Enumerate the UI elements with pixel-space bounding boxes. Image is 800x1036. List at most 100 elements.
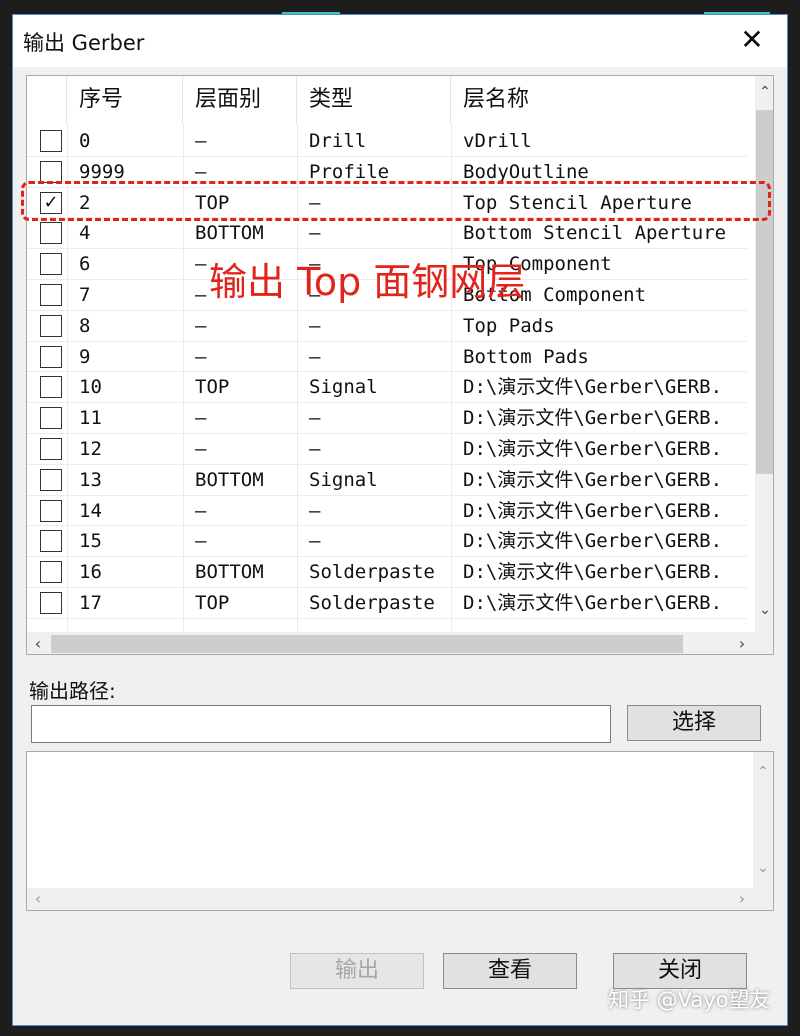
- scroll-corner: [753, 888, 773, 910]
- table-row[interactable]: ✓ 2 TOP — Top Stencil Aperture: [27, 188, 747, 219]
- row-checkbox[interactable]: [40, 407, 62, 430]
- cell-type: Solderpaste: [309, 561, 435, 584]
- cell-type: Signal: [309, 468, 378, 491]
- scroll-up-icon[interactable]: ⌃: [755, 80, 773, 104]
- row-checkbox[interactable]: [40, 253, 62, 276]
- cell-number: 10: [79, 376, 102, 399]
- cell-number: 13: [79, 468, 102, 491]
- cell-layer-name: D:\演示文件\Gerber\GERB.: [463, 407, 723, 430]
- cell-type: —: [309, 345, 321, 368]
- table-row[interactable]: 17 TOP Solderpaste D:\演示文件\Gerber\GERB.: [27, 588, 747, 619]
- scroll-right-icon[interactable]: ›: [731, 888, 753, 910]
- scroll-left-icon[interactable]: ‹: [27, 888, 49, 910]
- table-row[interactable]: 14 — — D:\演示文件\Gerber\GERB.: [27, 496, 747, 527]
- cell-number: 11: [79, 407, 102, 430]
- table-header: 序号 层面别 类型 层名称: [27, 76, 747, 124]
- watermark: 知乎 @Vayo望友: [608, 988, 771, 1012]
- cell-type: —: [309, 191, 321, 214]
- output-path-label: 输出路径:: [29, 679, 116, 703]
- row-checkbox[interactable]: [40, 376, 62, 399]
- scroll-up-icon[interactable]: ⌃: [753, 760, 773, 784]
- layer-table: 序号 层面别 类型 层名称 0 — Drill vDrill 9999 — Profile B…: [26, 75, 774, 655]
- log-horizontal-scrollbar[interactable]: ‹ ›: [27, 888, 755, 910]
- table-row[interactable]: 11 — — D:\演示文件\Gerber\GERB.: [27, 403, 747, 434]
- row-checkbox[interactable]: [40, 222, 62, 245]
- scroll-corner: [755, 632, 773, 654]
- cell-type: —: [309, 314, 321, 337]
- row-checkbox[interactable]: [40, 561, 62, 584]
- output-log-area[interactable]: ⌃ ⌄ ‹ ›: [26, 751, 774, 911]
- close-icon[interactable]: ✕: [735, 23, 769, 57]
- table-row[interactable]: 4 BOTTOM — Bottom Stencil Aperture: [27, 218, 747, 250]
- export-button[interactable]: 输出: [290, 953, 424, 989]
- cell-layer-name: D:\演示文件\Gerber\GERB.: [463, 468, 723, 491]
- cell-layer-name: D:\演示文件\Gerber\GERB.: [463, 499, 723, 522]
- table-row[interactable]: 10 TOP Signal D:\演示文件\Gerber\GERB.: [27, 372, 747, 404]
- annotation-text: 输出 Top 面钢网层: [209, 260, 526, 304]
- row-checkbox[interactable]: [40, 314, 62, 337]
- cell-layer-name: Bottom Stencil Aperture: [463, 222, 727, 245]
- cell-number: 12: [79, 438, 102, 460]
- table-vertical-scrollbar[interactable]: ⌃ ⌄: [755, 76, 773, 632]
- row-checkbox[interactable]: ✓: [40, 191, 62, 214]
- cell-side: —: [195, 130, 207, 152]
- table-row[interactable]: 13 BOTTOM Signal D:\演示文件\Gerber\GERB.: [27, 465, 747, 496]
- table-row[interactable]: 9999 — Profile BodyOutline: [27, 157, 747, 188]
- cell-type: Signal: [309, 376, 378, 399]
- scroll-thumb[interactable]: [51, 635, 683, 653]
- table-row[interactable]: 9 — — Bottom Pads: [27, 342, 747, 373]
- cell-number: 7: [79, 284, 91, 306]
- cell-number: 16: [79, 561, 102, 584]
- scroll-thumb[interactable]: [756, 110, 773, 474]
- header-checkbox-col: [27, 76, 67, 124]
- table-row[interactable]: 0 — Drill vDrill: [27, 126, 747, 157]
- cell-number: 0: [79, 130, 91, 152]
- title-bar[interactable]: 输出 Gerber ✕: [13, 15, 787, 67]
- log-vertical-scrollbar[interactable]: ⌃ ⌄: [753, 752, 773, 888]
- scroll-right-icon[interactable]: ›: [731, 632, 753, 654]
- window-title: 输出 Gerber: [23, 31, 145, 55]
- cell-side: —: [195, 314, 207, 337]
- row-checkbox[interactable]: [40, 530, 62, 553]
- row-checkbox[interactable]: [40, 160, 62, 183]
- header-number[interactable]: 序号: [67, 76, 183, 124]
- table-horizontal-scrollbar[interactable]: ‹ ›: [27, 632, 755, 654]
- scroll-down-icon[interactable]: ⌄: [753, 856, 773, 880]
- check-icon: ✓: [43, 191, 59, 213]
- cell-layer-name: D:\演示文件\Gerber\GERB.: [463, 530, 723, 553]
- cell-number: 4: [79, 222, 91, 245]
- cell-side: TOP: [195, 191, 230, 214]
- header-layer-name[interactable]: 层名称: [451, 76, 747, 124]
- cell-layer-name: Top Stencil Aperture: [463, 191, 692, 214]
- header-side[interactable]: 层面别: [183, 76, 297, 124]
- cell-number: 17: [79, 592, 102, 614]
- row-checkbox[interactable]: [40, 592, 62, 614]
- cell-side: TOP: [195, 592, 230, 614]
- row-checkbox[interactable]: [40, 345, 62, 368]
- table-row[interactable]: 16 BOTTOM Solderpaste D:\演示文件\Gerber\GERB.: [27, 557, 747, 588]
- table-row[interactable]: 15 — — D:\演示文件\Gerber\GERB.: [27, 526, 747, 558]
- view-button[interactable]: 查看: [443, 953, 577, 989]
- cell-number: 6: [79, 253, 91, 276]
- row-checkbox[interactable]: [40, 438, 62, 460]
- cell-number: 8: [79, 314, 91, 337]
- row-checkbox[interactable]: [40, 499, 62, 522]
- cell-side: —: [195, 499, 207, 522]
- cell-type: Solderpaste: [309, 592, 435, 614]
- cell-side: —: [195, 438, 207, 460]
- cell-layer-name: D:\演示文件\Gerber\GERB.: [463, 561, 723, 584]
- cell-layer-name: Bottom Pads: [463, 345, 589, 368]
- cell-layer-name: BodyOutline: [463, 160, 589, 183]
- cell-side: —: [195, 530, 207, 553]
- output-path-input[interactable]: [31, 705, 611, 743]
- table-row[interactable]: 12 — — D:\演示文件\Gerber\GERB.: [27, 434, 747, 465]
- row-checkbox[interactable]: [40, 130, 62, 152]
- scroll-down-icon[interactable]: ⌄: [755, 598, 773, 622]
- header-type[interactable]: 类型: [297, 76, 451, 124]
- browse-button[interactable]: 选择: [627, 705, 761, 741]
- row-checkbox[interactable]: [40, 468, 62, 491]
- cell-side: TOP: [195, 376, 230, 399]
- row-checkbox[interactable]: [40, 284, 62, 306]
- scroll-left-icon[interactable]: ‹: [27, 632, 49, 654]
- table-row[interactable]: 8 — — Top Pads: [27, 311, 747, 342]
